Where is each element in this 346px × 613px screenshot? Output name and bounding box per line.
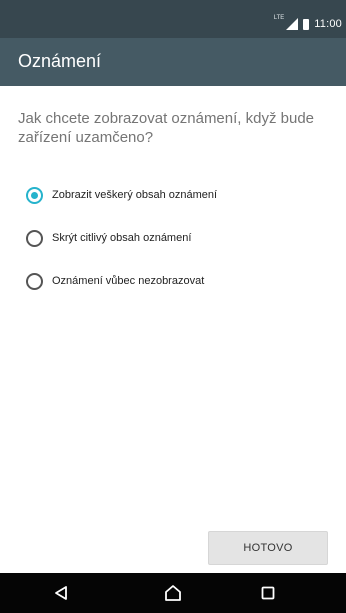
status-icons: LTE 11:00 xyxy=(273,15,342,32)
option-label: Oznámení vůbec nezobrazovat xyxy=(52,275,205,287)
option-hide-sensitive[interactable]: Skrýt citlivý obsah oznámení xyxy=(26,226,191,250)
status-time: 11:00 xyxy=(314,18,342,30)
recents-button[interactable] xyxy=(256,582,280,604)
network-type-label: LTE xyxy=(273,15,285,21)
option-label: Skrýt citlivý obsah oznámení xyxy=(52,232,192,244)
page-title: Oznámení xyxy=(18,51,102,71)
lock-screen-question: Jak chcete zobrazovat oznámení, když bud… xyxy=(18,110,315,146)
app-bar: Oznámení xyxy=(0,38,346,86)
option-label: Zobrazit veškerý obsah oznámení xyxy=(52,189,218,201)
radio-selected-icon[interactable] xyxy=(26,186,43,204)
back-button[interactable] xyxy=(49,582,73,604)
navigation-bar xyxy=(0,573,346,613)
option-hide-all[interactable]: Oznámení vůbec nezobrazovat xyxy=(26,269,204,293)
done-button[interactable]: HOTOVO xyxy=(208,531,328,565)
signal-icon xyxy=(286,18,299,30)
home-icon xyxy=(165,585,181,601)
radio-unselected-icon[interactable] xyxy=(26,229,43,247)
recents-icon xyxy=(261,586,275,600)
back-icon xyxy=(55,586,67,600)
home-button[interactable] xyxy=(161,582,185,604)
status-bar: LTE 11:00 xyxy=(0,0,346,38)
battery-icon xyxy=(303,18,310,30)
option-show-all[interactable]: Zobrazit veškerý obsah oznámení xyxy=(26,183,217,207)
radio-unselected-icon[interactable] xyxy=(26,272,43,290)
